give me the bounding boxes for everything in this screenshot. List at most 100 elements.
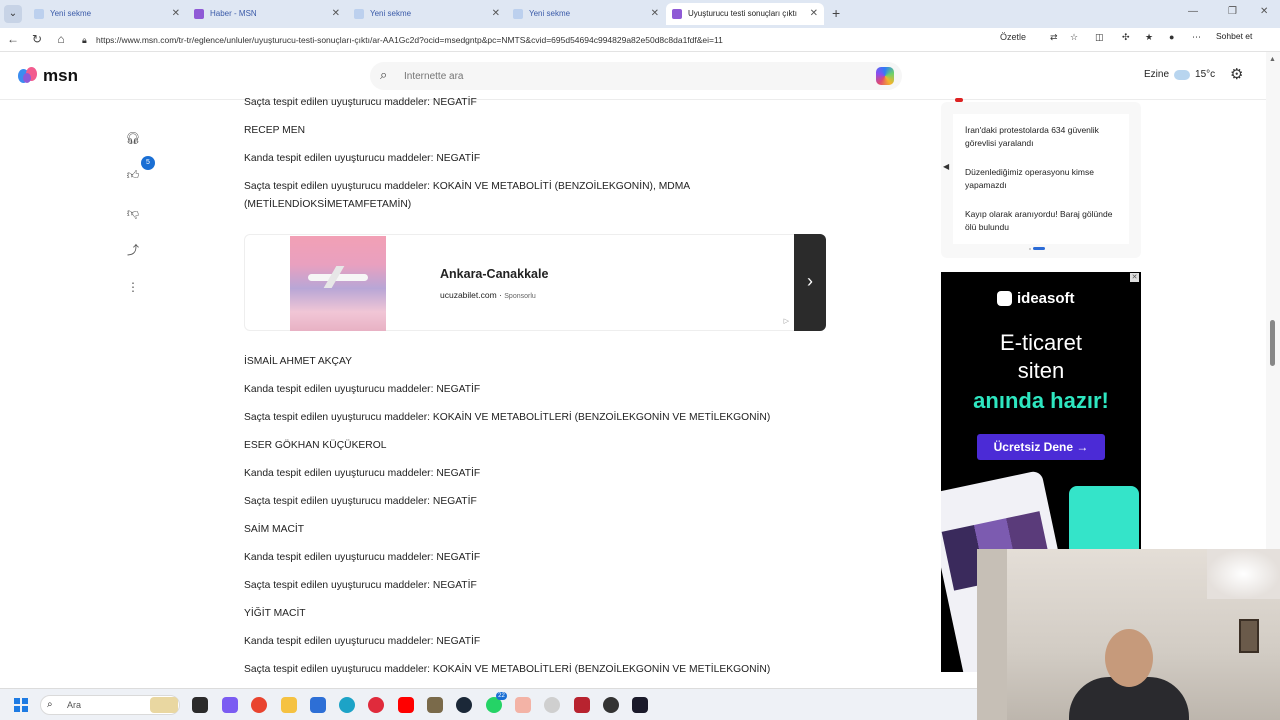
weather-widget[interactable]: Ezine 15°c xyxy=(1144,69,1215,80)
msn-header: msn ⌕ Ezine 15°c ⚙ xyxy=(0,52,1266,100)
article-paragraph: Kanda tespit edilen uyuşturucu maddeler:… xyxy=(244,153,481,164)
widgets-icon[interactable] xyxy=(150,697,178,713)
news-headline[interactable]: İran'daki protestolarda 634 güvenlik gör… xyxy=(965,124,1115,150)
app-icon[interactable] xyxy=(603,697,619,713)
scroll-up-icon[interactable]: ▲ xyxy=(1269,56,1276,63)
task-view-icon[interactable] xyxy=(192,697,208,713)
file-explorer-icon[interactable] xyxy=(281,697,297,713)
more-options-icon[interactable]: ⋯ xyxy=(1192,32,1201,43)
new-tab-icon xyxy=(513,9,523,19)
news-headline[interactable]: Düzenlediğimiz operasyonu kimse yapamazd… xyxy=(965,166,1115,192)
free-trial-button[interactable]: Ücretsiz Dene → xyxy=(977,434,1105,460)
chrome-icon[interactable] xyxy=(251,697,267,713)
carousel-active-dot[interactable] xyxy=(1033,247,1045,250)
tab-title: Yeni sekme xyxy=(529,9,571,18)
browser-tab[interactable]: Yeni sekme ✕ xyxy=(348,3,506,25)
copilot-app-icon[interactable] xyxy=(222,697,238,713)
favorite-star-icon[interactable]: ☆ xyxy=(1070,32,1078,43)
windows-taskbar: ⌕ Ara 22 xyxy=(0,688,977,720)
dislike-thumbs-down-icon[interactable]: 👎︎ xyxy=(124,204,142,222)
new-tab-button[interactable]: + xyxy=(832,5,840,21)
steam-icon[interactable] xyxy=(456,697,472,713)
close-icon[interactable]: ✕ xyxy=(492,3,500,25)
logo-text: msn xyxy=(43,66,78,85)
share-icon[interactable]: ⤴ xyxy=(124,241,142,259)
media-player-icon[interactable] xyxy=(368,697,384,713)
article-person-name: ESER GÖKHAN KÜÇÜKEROL xyxy=(244,440,387,451)
lock-icon: 🔒︎ xyxy=(82,35,87,45)
copilot-chat-button[interactable]: Sohbet et xyxy=(1216,31,1252,41)
article-paragraph: Kanda tespit edilen uyuşturucu maddeler:… xyxy=(244,636,481,647)
close-icon[interactable]: ✕ xyxy=(810,3,818,25)
article-paragraph: Saçta tespit edilen uyuşturucu maddeler:… xyxy=(244,412,771,423)
back-icon[interactable]: ← xyxy=(5,32,21,46)
app-icon[interactable] xyxy=(515,697,531,713)
edge-icon[interactable] xyxy=(339,697,355,713)
favorites-icon[interactable]: ★ xyxy=(1145,32,1153,43)
minimize-icon[interactable]: — xyxy=(1188,6,1198,17)
listen-headphones-icon[interactable]: 🎧︎ xyxy=(124,129,142,147)
banner-headline-2: siten xyxy=(1017,358,1065,383)
brand-name: ideasoft xyxy=(1017,290,1075,307)
url-field[interactable]: 🔒︎ https://www.msn.com/tr-tr/eglence/unl… xyxy=(80,31,1000,49)
close-icon[interactable]: ✕ xyxy=(332,3,340,25)
refresh-icon[interactable]: ↻ xyxy=(29,32,45,46)
translate-icon[interactable]: ⇄ xyxy=(1050,32,1058,43)
article-paragraph: Saçta tespit edilen uyuşturucu maddeler:… xyxy=(244,181,690,210)
article-paragraph: Saçta tespit edilen uyuşturucu maddeler:… xyxy=(244,664,771,675)
close-window-icon[interactable]: ✕ xyxy=(1260,6,1268,17)
ad-sponsored-label: Sponsorlu xyxy=(504,293,536,300)
article-person-name: RECEP MEN xyxy=(244,125,306,136)
chat-label: Sohbet et xyxy=(1216,31,1253,41)
split-screen-icon[interactable]: ◫ xyxy=(1095,32,1104,43)
app-icon[interactable] xyxy=(544,697,560,713)
article-person-name: İSMAİL AHMET AKÇAY xyxy=(244,356,352,367)
close-icon[interactable]: ✕ xyxy=(172,3,180,25)
home-icon[interactable]: ⌂ xyxy=(53,32,69,46)
browser-tab-active[interactable]: Uyuşturucu testi sonuçları çıktı ✕ xyxy=(666,3,824,25)
cloudy-weather-icon xyxy=(1174,69,1191,80)
windows-start-icon[interactable] xyxy=(14,698,28,712)
ad-source-domain: ucuzabilet.com xyxy=(440,290,497,300)
new-tab-icon xyxy=(354,9,364,19)
ad-title: Ankara-Canakkale xyxy=(440,267,549,281)
profile-avatar-icon[interactable]: ● xyxy=(1169,32,1174,42)
tab-actions-menu-icon[interactable]: ⌄ xyxy=(4,5,22,23)
app-icon[interactable] xyxy=(632,697,648,713)
scrollbar-thumb[interactable] xyxy=(1270,320,1275,366)
app-icon[interactable] xyxy=(574,697,590,713)
article-paragraph: Kanda tespit edilen uyuşturucu maddeler:… xyxy=(244,384,481,395)
extensions-icon[interactable]: ✣ xyxy=(1122,32,1130,43)
search-input[interactable] xyxy=(404,66,844,86)
youtube-icon[interactable] xyxy=(398,697,414,713)
browser-tab[interactable]: Yeni sekme ✕ xyxy=(507,3,665,25)
news-headline[interactable]: Kayıp olarak aranıyordu! Baraj gölünde ö… xyxy=(965,208,1115,234)
notification-badge: 22 xyxy=(496,692,507,700)
game-icon[interactable] xyxy=(427,697,443,713)
article-paragraph: Saçta tespit edilen uyuşturucu maddeler:… xyxy=(244,496,477,507)
close-icon[interactable]: ✕ xyxy=(651,3,659,25)
copilot-icon[interactable] xyxy=(876,67,894,85)
carousel-dot[interactable] xyxy=(1029,248,1031,250)
adchoices-icon[interactable]: ▷ xyxy=(784,317,789,325)
carousel-prev-icon[interactable]: ◀ xyxy=(943,162,949,171)
store-icon[interactable] xyxy=(310,697,326,713)
settings-gear-icon[interactable]: ⚙ xyxy=(1230,65,1243,83)
msn-logo[interactable]: msn xyxy=(18,66,78,86)
webcam-overlay xyxy=(977,549,1280,720)
maximize-icon[interactable]: ❐ xyxy=(1228,6,1237,17)
ideasoft-logo: ideasoft xyxy=(997,290,1075,307)
article-person-name: YİĞİT MACİT xyxy=(244,608,306,619)
tab-title: Haber - MSN xyxy=(210,9,257,18)
like-thumbs-up-icon[interactable]: 👍︎ xyxy=(124,166,142,184)
weather-temperature: 15°c xyxy=(1195,69,1216,80)
sponsored-ad-card[interactable]: Ankara-Canakkale ucuzabilet.com · Sponso… xyxy=(244,234,826,331)
browser-tab[interactable]: Haber - MSN ✕ xyxy=(188,3,346,25)
web-search-box[interactable]: ⌕ xyxy=(370,62,902,90)
ad-close-icon[interactable]: ✕ xyxy=(1130,273,1139,282)
more-vertical-icon[interactable]: ⋮ xyxy=(124,278,142,296)
summarize-button[interactable]: Özetle xyxy=(1000,32,1026,42)
browser-tab[interactable]: Yeni sekme ✕ xyxy=(28,3,186,25)
ad-next-arrow-button[interactable]: › xyxy=(794,234,826,331)
phone-mockup-image xyxy=(1069,486,1139,556)
